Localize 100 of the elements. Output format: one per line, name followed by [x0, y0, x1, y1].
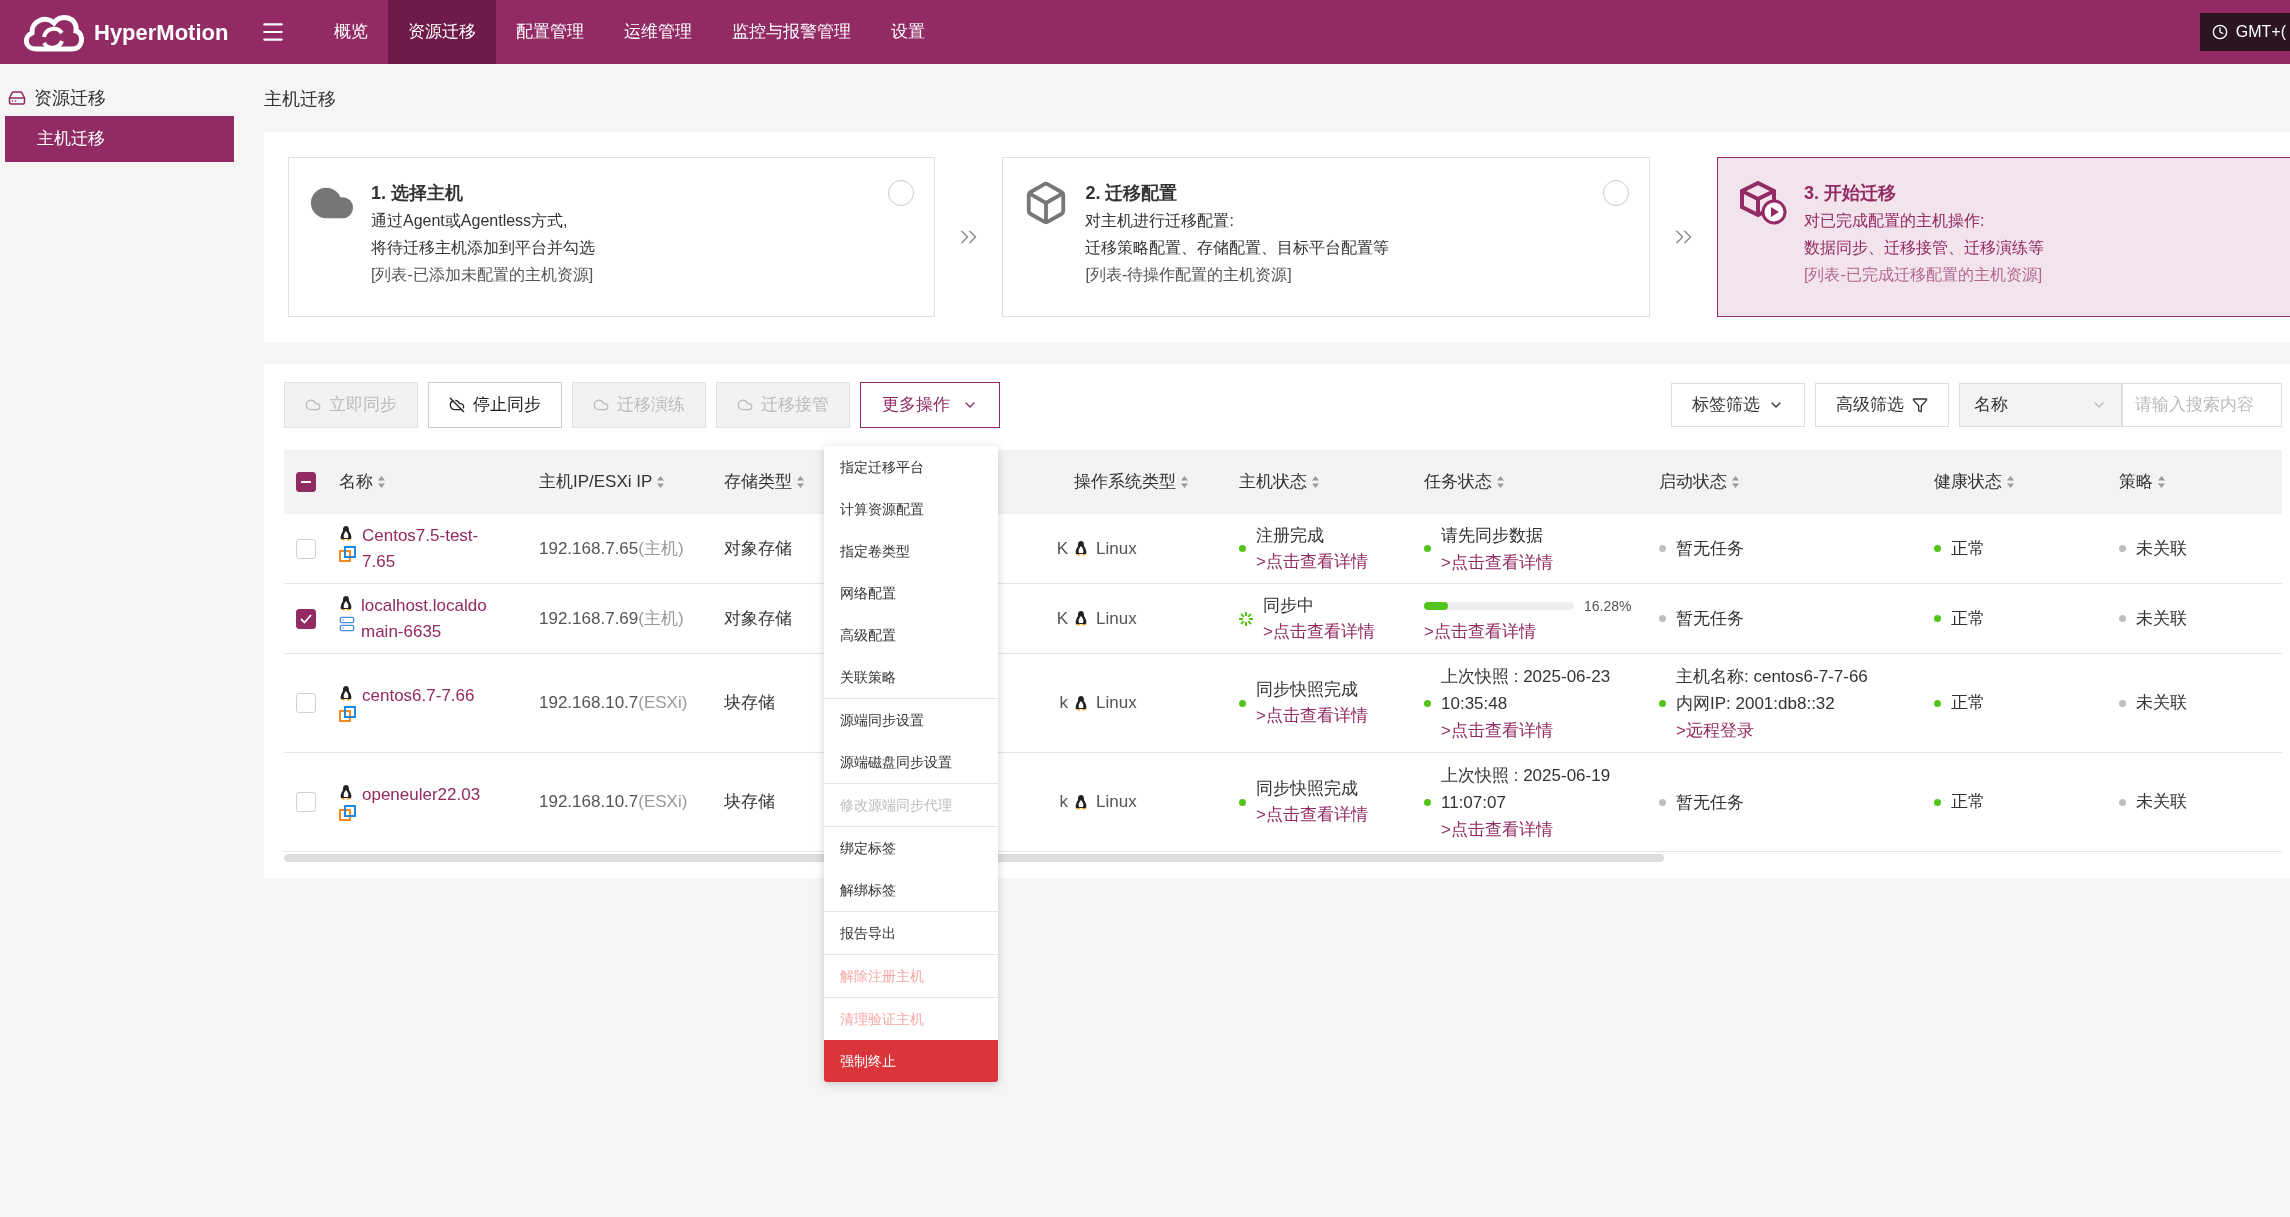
- menu-item[interactable]: 强制终止: [824, 1040, 998, 1082]
- cloud-off-icon: [449, 397, 465, 413]
- nav-tab[interactable]: 监控与报警管理: [712, 0, 871, 64]
- search-field[interactable]: 请输入搜索内容: [2122, 383, 2282, 427]
- detail-link[interactable]: >点击查看详情: [1441, 815, 1611, 843]
- status-text: 正常: [1951, 692, 1985, 715]
- status-text: 同步中: [1263, 594, 1315, 617]
- sort-icon[interactable]: [377, 475, 386, 489]
- table-cell-text: Linux: [1096, 607, 1137, 630]
- status-text: 暂无任务: [1676, 791, 1744, 814]
- table-cell-text: k: [1059, 692, 1068, 715]
- nav-tab[interactable]: 概览: [314, 0, 388, 64]
- column-header: 健康状态: [1934, 471, 2002, 494]
- menu-item[interactable]: 高级配置: [824, 614, 998, 656]
- menu-item[interactable]: 计算资源配置: [824, 488, 998, 530]
- timezone-button[interactable]: GMT+(: [2199, 13, 2290, 51]
- status-text: 请先同步数据: [1441, 524, 1544, 547]
- host-name-link[interactable]: openeuler22.03: [362, 782, 492, 808]
- menu-item[interactable]: 报告导出: [824, 912, 998, 954]
- step-card[interactable]: 3. 开始迁移 对已完成配置的主机操作: 数据同步、迁移接管、迁移演练等 [列表-已完成迁移配置的主机资源]: [1716, 157, 2290, 317]
- sidebar-item[interactable]: 主机迁移: [5, 116, 234, 162]
- detail-link[interactable]: >点击查看详情: [1424, 618, 1632, 645]
- step-note: [列表-已完成迁移配置的主机资源]: [1803, 265, 2044, 285]
- step-description: 迁移策略配置、存储配置、目标平台配置等: [1085, 238, 1390, 258]
- status-text: 未关联: [2136, 537, 2187, 560]
- more-actions-button[interactable]: 更多操作: [860, 382, 1000, 428]
- menu-item[interactable]: 指定迁移平台: [824, 446, 998, 488]
- detail-link[interactable]: >远程登录: [1676, 716, 1868, 744]
- brand-name: HyperMotion: [94, 18, 229, 47]
- step-card[interactable]: 1. 选择主机 通过Agent或Agentless方式, 将待迁移主机添加到平台并勾选 [列表-已添加未配置的主机资源]: [288, 157, 936, 317]
- sort-icon[interactable]: [2006, 475, 2015, 489]
- host-name-link[interactable]: Centos7.5-test-7.65: [362, 522, 492, 575]
- step-title: 3. 开始迁移: [1803, 182, 1897, 205]
- detail-link[interactable]: >点击查看详情: [1263, 618, 1375, 645]
- status-text: 11:07:07: [1441, 791, 1507, 814]
- cloud-icon: [593, 397, 609, 413]
- menu-item[interactable]: 绑定标签: [824, 827, 998, 869]
- status-text: 正常: [1951, 607, 1985, 630]
- table-cell-text: 192.168.7.69(主机): [539, 607, 685, 630]
- status-text: 暂无任务: [1676, 608, 1744, 630]
- status-text: 同步快照完成: [1256, 679, 1359, 701]
- table-cell-text: 192.168.7.65(主机): [539, 537, 685, 560]
- table-cell-text: Linux: [1096, 537, 1137, 560]
- step-title: 2. 迁移配置: [1085, 182, 1179, 205]
- tag-filter-button[interactable]: 标签筛选: [1671, 383, 1805, 427]
- penguin-icon: [339, 524, 353, 542]
- menu-item[interactable]: 关联策略: [824, 656, 998, 698]
- advanced-filter-button[interactable]: 高级筛选: [1815, 383, 1949, 427]
- sort-icon[interactable]: [1180, 475, 1189, 489]
- menu-item[interactable]: 解绑标签: [824, 869, 998, 911]
- sort-icon[interactable]: [2157, 475, 2166, 489]
- menu-item[interactable]: 网络配置: [824, 572, 998, 614]
- step-card[interactable]: 2. 迁移配置 对主机进行迁移配置: 迁移策略配置、存储配置、目标平台配置等 [列表-待操作配置的主机资源]: [1002, 157, 1650, 317]
- table-cell-text: K: [1056, 537, 1068, 560]
- overlapping-squares-icon: [339, 706, 356, 723]
- status-text: 正常: [1951, 791, 1985, 814]
- column-header: 策略: [2119, 471, 2153, 494]
- sort-icon[interactable]: [656, 475, 666, 489]
- sort-icon[interactable]: [1311, 475, 1320, 489]
- box-play-icon: [1737, 180, 1788, 226]
- table-cell-text: K: [1056, 607, 1068, 630]
- menu-item[interactable]: 源端同步设置: [824, 699, 998, 741]
- row-checkbox[interactable]: [296, 608, 316, 629]
- host-name-link[interactable]: centos6.7-7.66: [362, 683, 492, 709]
- detail-link[interactable]: >点击查看详情: [1441, 716, 1611, 744]
- status-text: 未关联: [2136, 692, 2187, 715]
- status-text: 注册完成: [1256, 524, 1325, 547]
- menu-item[interactable]: 源端磁盘同步设置: [824, 741, 998, 783]
- status-text: 正常: [1951, 537, 1985, 560]
- step-description: 通过Agent或Agentless方式,: [371, 211, 569, 231]
- nav-tab[interactable]: 配置管理: [496, 0, 604, 64]
- table-cell-text: 192.168.10.7(ESXi): [539, 692, 689, 715]
- table-cell-text: 块存储: [724, 791, 775, 814]
- step-note: [列表-待操作配置的主机资源]: [1085, 265, 1293, 285]
- status-text: 同步快照完成: [1256, 778, 1359, 800]
- nav-tab[interactable]: 设置: [871, 0, 945, 64]
- field-select[interactable]: 名称: [1959, 383, 2122, 427]
- overlapping-squares-icon: [339, 545, 356, 563]
- status-text: 内网IP: 2001:db8::32: [1676, 692, 1836, 715]
- detail-link[interactable]: >点击查看详情: [1441, 548, 1553, 576]
- table-cell-text: 对象存储: [724, 607, 792, 630]
- sidebar-group-title: 资源迁移: [34, 86, 106, 110]
- detail-link[interactable]: >点击查看详情: [1256, 548, 1368, 575]
- penguin-icon: [1074, 540, 1088, 557]
- sort-icon[interactable]: [1496, 475, 1505, 489]
- column-header: 主机IP/ESXi IP: [539, 471, 653, 494]
- table-cell-text: k: [1059, 791, 1068, 814]
- table-cell-text: 块存储: [724, 692, 775, 715]
- status-text: 上次快照 : 2025-06-19: [1441, 764, 1611, 787]
- detail-link[interactable]: >点击查看详情: [1256, 802, 1368, 828]
- menu-item[interactable]: 指定卷类型: [824, 530, 998, 572]
- sort-icon[interactable]: [1731, 475, 1740, 489]
- nav-tab[interactable]: 运维管理: [604, 0, 712, 64]
- toolbar-button[interactable]: 停止同步: [428, 382, 562, 428]
- check-icon: [300, 613, 312, 624]
- select-all-checkbox[interactable]: [296, 472, 316, 492]
- sort-icon[interactable]: [796, 475, 805, 489]
- nav-tab[interactable]: 资源迁移: [388, 0, 496, 64]
- host-name-link[interactable]: localhost.localdomain-6635: [361, 592, 491, 645]
- detail-link[interactable]: >点击查看详情: [1256, 703, 1368, 729]
